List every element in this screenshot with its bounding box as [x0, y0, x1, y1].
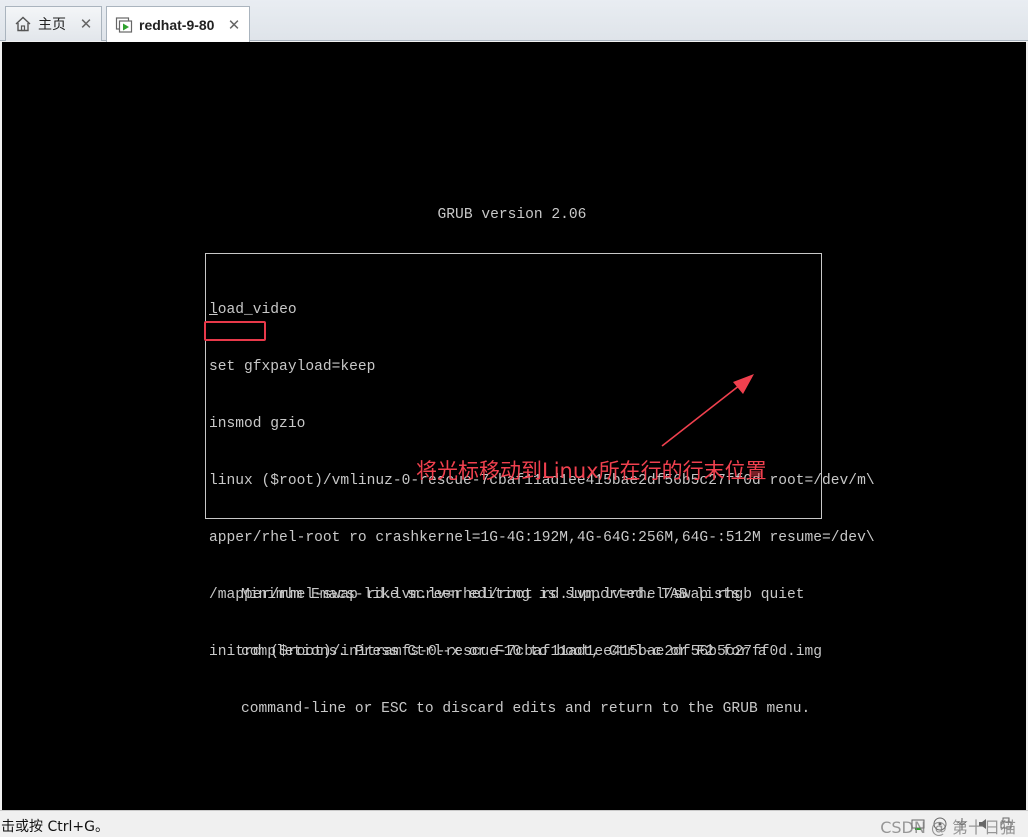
grub-help-text: Minimum Emacs-like screen editing is sup… [241, 548, 810, 757]
annotation-text: 将光标移动到Linux所在行的行末位置 [416, 459, 767, 483]
tab-redhat-vm-label: redhat-9-80 [139, 16, 215, 33]
help-line-1: Minimum Emacs-like screen editing is sup… [241, 587, 741, 603]
editor-line-3[interactable]: insmod gzio [209, 415, 875, 434]
tab-bar: 主页 ✕ redhat-9-80 ✕ [0, 0, 1028, 42]
tab-home-label: 主页 [38, 16, 66, 32]
csdn-watermark: CSDN @ 第十日猫 [880, 818, 1016, 837]
tab-home-close-icon[interactable]: ✕ [79, 15, 93, 33]
editor-line-2[interactable]: set gfxpayload=keep [209, 358, 875, 377]
editor-line-1[interactable]: load_video [209, 301, 875, 320]
home-icon [14, 15, 32, 33]
vm-console-screen[interactable]: GRUB version 2.06 load_video set gfxpayl… [2, 42, 1026, 810]
help-line-2: completions. Press Ctrl-x or F10 to boot… [241, 644, 767, 660]
editor-line-5[interactable]: apper/rhel-root ro crashkernel=1G-4G:192… [209, 529, 875, 548]
vmware-window: 主页 ✕ redhat-9-80 ✕ GRUB version 2.06 loa… [0, 0, 1028, 837]
status-bar: 击或按 Ctrl+G。 CSDN @ 第十日猫 [0, 810, 1028, 837]
tab-redhat-vm[interactable]: redhat-9-80 ✕ [106, 6, 250, 42]
help-line-3: command-line or ESC to discard edits and… [241, 701, 811, 717]
vm-icon [115, 16, 133, 34]
tab-redhat-vm-close-icon[interactable]: ✕ [227, 16, 241, 34]
status-message: 击或按 Ctrl+G。 [1, 819, 109, 835]
text-cursor: l [209, 302, 218, 318]
tab-home[interactable]: 主页 ✕ [5, 6, 102, 41]
grub-title: GRUB version 2.06 [437, 207, 587, 223]
linux-highlight-box [204, 321, 266, 341]
